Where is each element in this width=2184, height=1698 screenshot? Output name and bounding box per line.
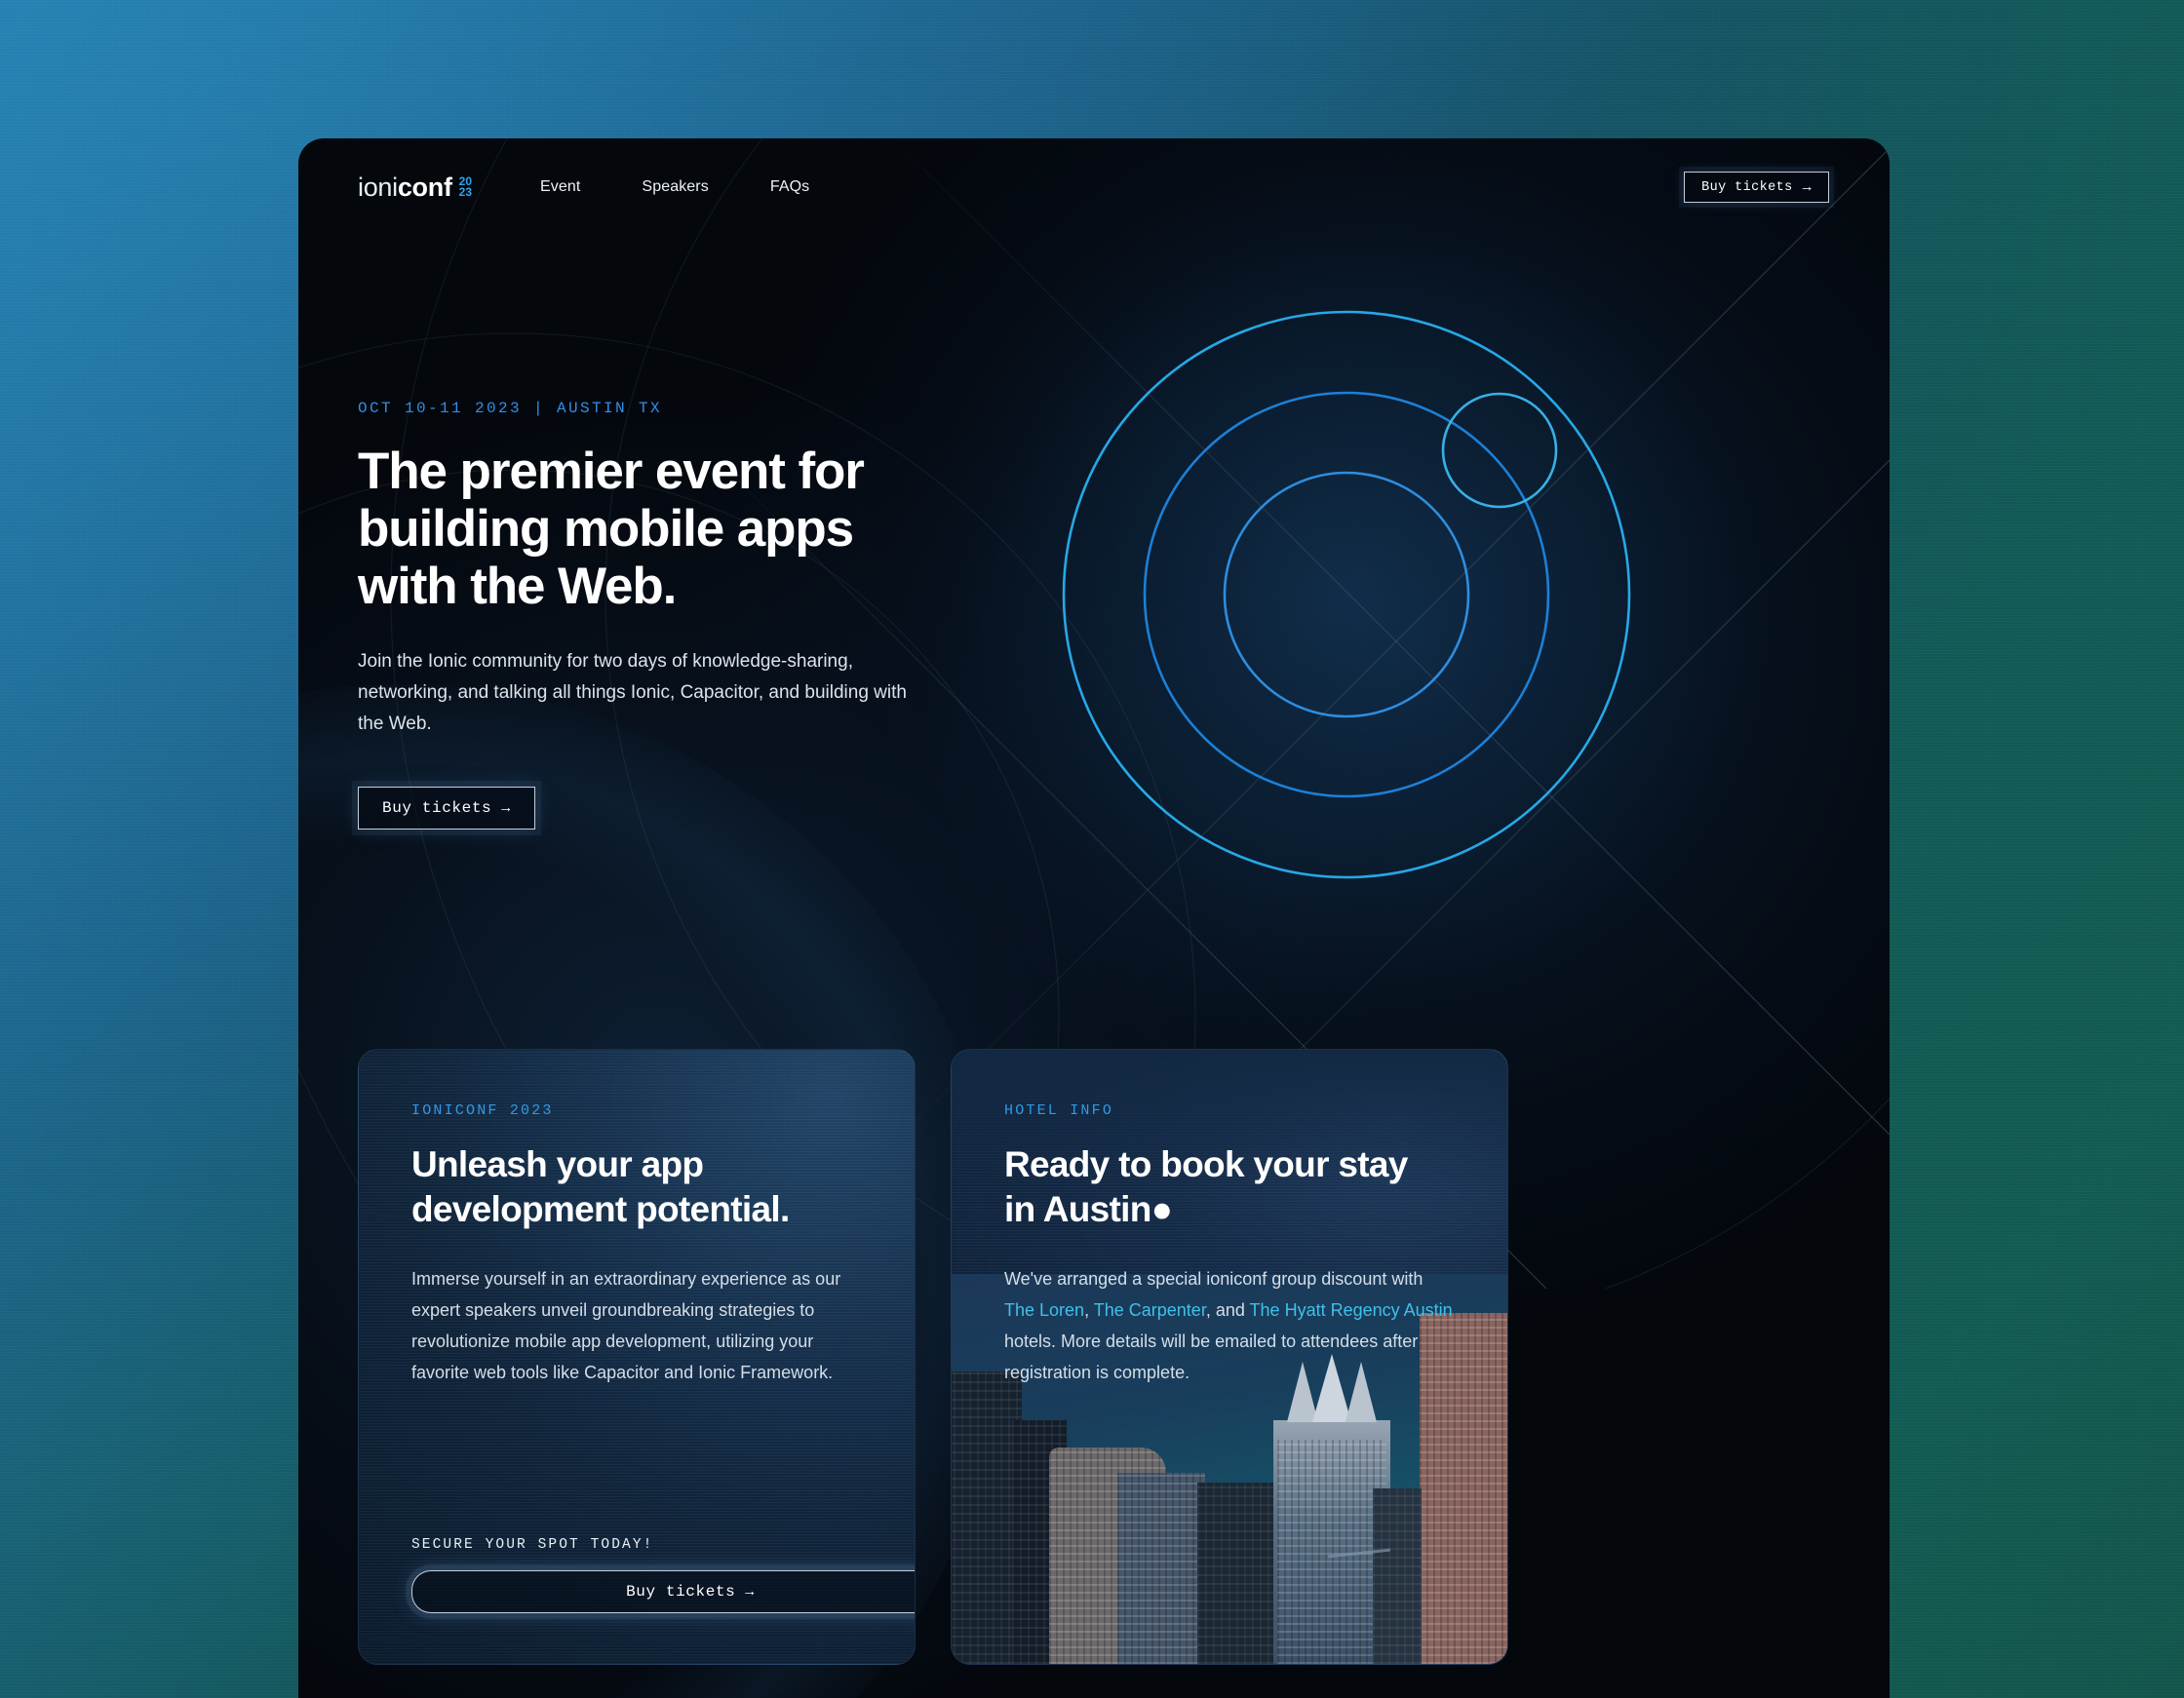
hotel-link-hyatt-regency-austin[interactable]: The Hyatt Regency Austin [1250, 1300, 1453, 1320]
card-left-kicker: SECURE YOUR SPOT TODAY! [411, 1537, 654, 1553]
card-right-title-line-1: Ready to book your stay [1004, 1144, 1408, 1184]
hero-title: The premier event for building mobile ap… [358, 443, 982, 615]
card-right-body-part-2: , [1084, 1300, 1094, 1320]
card-right-content: HOTEL INFO Ready to book your stay in Au… [1004, 1102, 1457, 1388]
hero-title-line-1: The premier event for [358, 443, 865, 500]
hotel-link-the-loren[interactable]: The Loren [1004, 1300, 1084, 1320]
building-glass-tower [1117, 1473, 1205, 1664]
nav-item-faqs[interactable]: FAQs [770, 178, 809, 196]
nav-links: Event Speakers FAQs [540, 178, 809, 196]
card-right-body: We've arranged a special ioniconf group … [1004, 1263, 1457, 1388]
logo-year-bottom: 23 [458, 184, 472, 199]
card-right-body-part-1: We've arranged a special ioniconf group … [1004, 1269, 1424, 1289]
top-navigation: ioniconf 20 23 Event Speakers FAQs Buy t… [298, 138, 1890, 236]
logo-year: 20 23 [458, 175, 472, 199]
hotel-link-the-carpenter[interactable]: The Carpenter [1094, 1300, 1206, 1320]
arrow-right-icon: → [745, 1583, 755, 1601]
arrow-right-icon: → [1802, 178, 1812, 196]
card-left-title: Unleash your app development potential. [411, 1142, 864, 1232]
card-right-body-part-3: , and [1205, 1300, 1250, 1320]
card-left-buy-tickets-button[interactable]: Buy tickets → [411, 1570, 915, 1613]
logo-bold-text: conf [397, 172, 452, 202]
nav-item-speakers[interactable]: Speakers [642, 178, 708, 196]
card-right-eyebrow: HOTEL INFO [1004, 1102, 1114, 1119]
card-right-title-line-2: in Austin● [1004, 1189, 1173, 1229]
hero-section: OCT 10-11 2023 | AUSTIN TX The premier e… [358, 400, 982, 830]
card-left-body: Immerse yourself in an extraordinary exp… [411, 1269, 841, 1382]
page-panel: ioniconf 20 23 Event Speakers FAQs Buy t… [298, 138, 1890, 1698]
hero-title-line-3: with the Web. [358, 558, 677, 615]
building-right-slab [1373, 1488, 1422, 1664]
card-left-buy-tickets-label: Buy tickets [626, 1583, 736, 1601]
ioniconf-logo[interactable]: ioniconf 20 23 [358, 174, 472, 201]
building-dark-slab [1197, 1483, 1273, 1664]
hero-buy-tickets-button[interactable]: Buy tickets → [358, 787, 535, 830]
card-left-title-line-2: development potential. [411, 1189, 790, 1229]
feature-cards: IONICONF 2023 Unleash your app developme… [358, 1049, 1830, 1665]
card-hotel-info: HOTEL INFO Ready to book your stay in Au… [951, 1049, 1508, 1665]
card-left-content: IONICONF 2023 Unleash your app developme… [411, 1102, 864, 1388]
nav-buy-tickets-label: Buy tickets [1701, 179, 1793, 195]
logo-thin-text: ioni [358, 172, 398, 202]
card-right-title: Ready to book your stay in Austin● [1004, 1142, 1457, 1232]
nav-item-event[interactable]: Event [540, 178, 580, 196]
card-ioniconf-2023: IONICONF 2023 Unleash your app developme… [358, 1049, 916, 1665]
hero-body-text: Join the Ionic community for two days of… [358, 651, 907, 734]
arrow-right-icon: → [501, 799, 511, 817]
card-right-body-part-4: hotels. More details will be emailed to … [1004, 1331, 1419, 1382]
hero-eyebrow: OCT 10-11 2023 | AUSTIN TX [358, 400, 663, 417]
card-left-title-line-1: Unleash your app [411, 1144, 704, 1184]
nav-buy-tickets-button[interactable]: Buy tickets → [1684, 172, 1829, 203]
hero-buy-tickets-label: Buy tickets [382, 799, 492, 817]
hero-title-line-2: building mobile apps [358, 500, 854, 558]
card-left-cta-group: SECURE YOUR SPOT TODAY! Buy tickets → [411, 1537, 915, 1613]
card-left-eyebrow: IONICONF 2023 [411, 1102, 554, 1119]
